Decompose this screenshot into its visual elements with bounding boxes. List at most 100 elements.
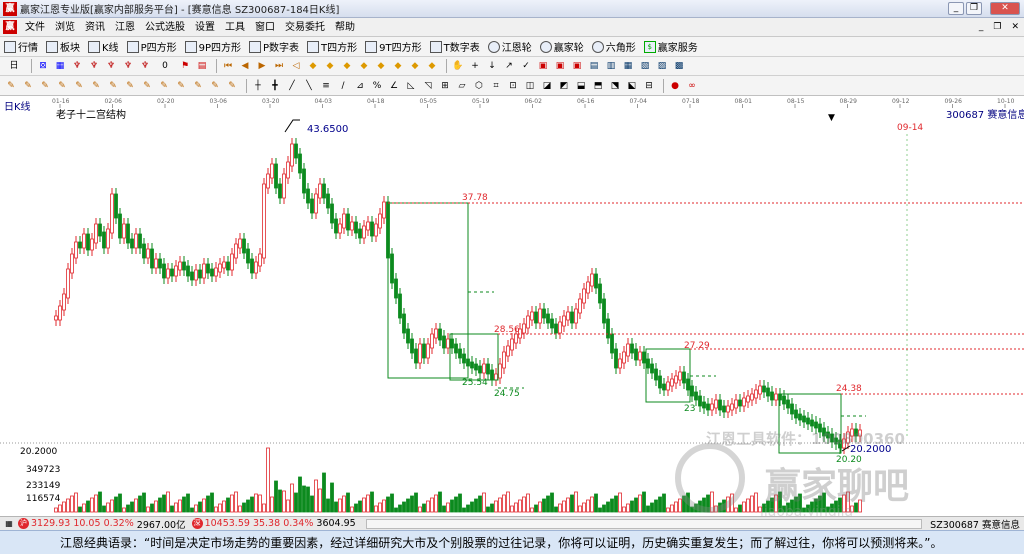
draw-line23-icon[interactable]: ⊟	[642, 79, 656, 93]
save2-icon[interactable]: ▥	[604, 59, 618, 73]
check-icon[interactable]: ✓	[519, 59, 533, 73]
draw-line4-icon[interactable]: ╲	[302, 79, 316, 93]
candle-icon[interactable]: ♆	[70, 59, 84, 73]
sz-index[interactable]: 深 10453.59 35.38 0.34% 3604.95	[191, 518, 356, 529]
gann-wheel-button[interactable]: 江恩轮	[484, 38, 536, 56]
menu-help[interactable]: 帮助	[330, 18, 360, 37]
draw-line16-icon[interactable]: ◫	[523, 79, 537, 93]
pencil4-icon[interactable]: ✎	[55, 79, 69, 93]
diamond2-icon[interactable]: ◆	[323, 59, 337, 73]
fib3-icon[interactable]: ▣	[570, 59, 584, 73]
grid-icon[interactable]: ▦	[53, 59, 67, 73]
draw-line18-icon[interactable]: ◩	[557, 79, 571, 93]
p-square-button[interactable]: P四方形	[123, 38, 181, 56]
draw-line8-icon[interactable]: ∠	[387, 79, 401, 93]
pencil14-icon[interactable]: ✎	[225, 79, 239, 93]
t-square-button[interactable]: T四方形	[303, 38, 361, 56]
draw-line7-icon[interactable]: ⊿	[353, 79, 367, 93]
draw-line-icon[interactable]: ┼	[251, 79, 265, 93]
menu-browse[interactable]: 浏览	[50, 18, 80, 37]
candle3-icon[interactable]: ♆	[104, 59, 118, 73]
close-button[interactable]: ✕	[990, 2, 1020, 15]
next-icon[interactable]: ▶	[255, 59, 269, 73]
menu-settings[interactable]: 设置	[190, 18, 220, 37]
bars-icon[interactable]: ▤	[195, 59, 209, 73]
save6-icon[interactable]: ▩	[672, 59, 686, 73]
draw-line15-icon[interactable]: ⊡	[506, 79, 520, 93]
pencil12-icon[interactable]: ✎	[191, 79, 205, 93]
draw-line12-icon[interactable]: ▱	[455, 79, 469, 93]
save3-icon[interactable]: ▦	[621, 59, 635, 73]
draw-line5-icon[interactable]: ≡	[319, 79, 333, 93]
draw-line9-icon[interactable]: ◺	[404, 79, 418, 93]
inner-restore-button[interactable]: ❐	[988, 18, 1006, 37]
draw-line17-icon[interactable]: ◪	[540, 79, 554, 93]
draw-line14-icon[interactable]: ⌗	[489, 79, 503, 93]
candle5-icon[interactable]: ♆	[138, 59, 152, 73]
menu-file[interactable]: 文件	[20, 18, 50, 37]
draw-line11-icon[interactable]: ⊞	[438, 79, 452, 93]
menu-info[interactable]: 资讯	[80, 18, 110, 37]
draw-line21-icon[interactable]: ⬔	[608, 79, 622, 93]
zoom-icon[interactable]: ⊠	[36, 59, 50, 73]
menu-formula[interactable]: 公式选股	[140, 18, 190, 37]
diamond4-icon[interactable]: ◆	[357, 59, 371, 73]
p-number-table-button[interactable]: P数字表	[245, 38, 303, 56]
pencil11-icon[interactable]: ✎	[174, 79, 188, 93]
pencil9-icon[interactable]: ✎	[140, 79, 154, 93]
pencil2-icon[interactable]: ✎	[21, 79, 35, 93]
flag-icon[interactable]: ⚑	[178, 59, 192, 73]
9t-square-button[interactable]: 9T四方形	[361, 38, 425, 56]
draw-line10-icon[interactable]: ◹	[421, 79, 435, 93]
draw-line22-icon[interactable]: ⬕	[625, 79, 639, 93]
trend-icon[interactable]: ↗	[502, 59, 516, 73]
candle2-icon[interactable]: ♆	[87, 59, 101, 73]
kline-button[interactable]: K线	[84, 38, 123, 56]
hand-icon[interactable]: ✋	[451, 59, 465, 73]
draw-line20-icon[interactable]: ⬒	[591, 79, 605, 93]
draw-line13-icon[interactable]: ⬡	[472, 79, 486, 93]
line-icon[interactable]: ↓	[485, 59, 499, 73]
hexagon-button[interactable]: 六角形	[588, 38, 640, 56]
sh-index[interactable]: 沪 3129.93 10.05 0.32% 2967.00亿	[18, 517, 186, 531]
pencil13-icon[interactable]: ✎	[208, 79, 222, 93]
sector-button[interactable]: 板块	[42, 38, 84, 56]
draw-line3-icon[interactable]: ╱	[285, 79, 299, 93]
pencil6-icon[interactable]: ✎	[89, 79, 103, 93]
move-left-icon[interactable]: ◁	[289, 59, 303, 73]
dropdown-arrow-icon[interactable]: ▼	[828, 113, 835, 123]
draw-line6-icon[interactable]: ∕	[336, 79, 350, 93]
pencil-icon[interactable]: ✎	[4, 79, 18, 93]
minimize-button[interactable]: _	[948, 2, 964, 15]
save5-icon[interactable]: ▨	[655, 59, 669, 73]
pencil3-icon[interactable]: ✎	[38, 79, 52, 93]
zero-select[interactable]: 0	[155, 59, 175, 73]
diamond8-icon[interactable]: ◆	[425, 59, 439, 73]
prev-icon[interactable]: ◀	[238, 59, 252, 73]
9p-square-button[interactable]: 9P四方形	[181, 38, 245, 56]
period-select[interactable]: 日	[4, 59, 24, 73]
status-grid-icon[interactable]: ▦	[3, 517, 15, 531]
pencil8-icon[interactable]: ✎	[123, 79, 137, 93]
last-icon[interactable]: ⏭	[272, 59, 286, 73]
fib-icon[interactable]: ▣	[536, 59, 550, 73]
status-scrollbar[interactable]	[365, 518, 923, 529]
restore-button[interactable]: ❐	[966, 2, 982, 15]
winner-service-button[interactable]: $ 赢家服务	[640, 38, 702, 56]
diamond7-icon[interactable]: ◆	[408, 59, 422, 73]
diamond5-icon[interactable]: ◆	[374, 59, 388, 73]
quotes-button[interactable]: 行情	[0, 38, 42, 56]
draw-line19-icon[interactable]: ⬓	[574, 79, 588, 93]
diamond6-icon[interactable]: ◆	[391, 59, 405, 73]
color-icon[interactable]: ●	[668, 79, 682, 93]
menu-tools[interactable]: 工具	[220, 18, 250, 37]
menu-window[interactable]: 窗口	[250, 18, 280, 37]
menu-gann[interactable]: 江恩	[110, 18, 140, 37]
draw-line2-icon[interactable]: ╋	[268, 79, 282, 93]
pencil7-icon[interactable]: ✎	[106, 79, 120, 93]
pencil5-icon[interactable]: ✎	[72, 79, 86, 93]
inner-minimize-button[interactable]: _	[974, 18, 989, 37]
diamond-icon[interactable]: ◆	[306, 59, 320, 73]
fib2-icon[interactable]: ▣	[553, 59, 567, 73]
pencil10-icon[interactable]: ✎	[157, 79, 171, 93]
